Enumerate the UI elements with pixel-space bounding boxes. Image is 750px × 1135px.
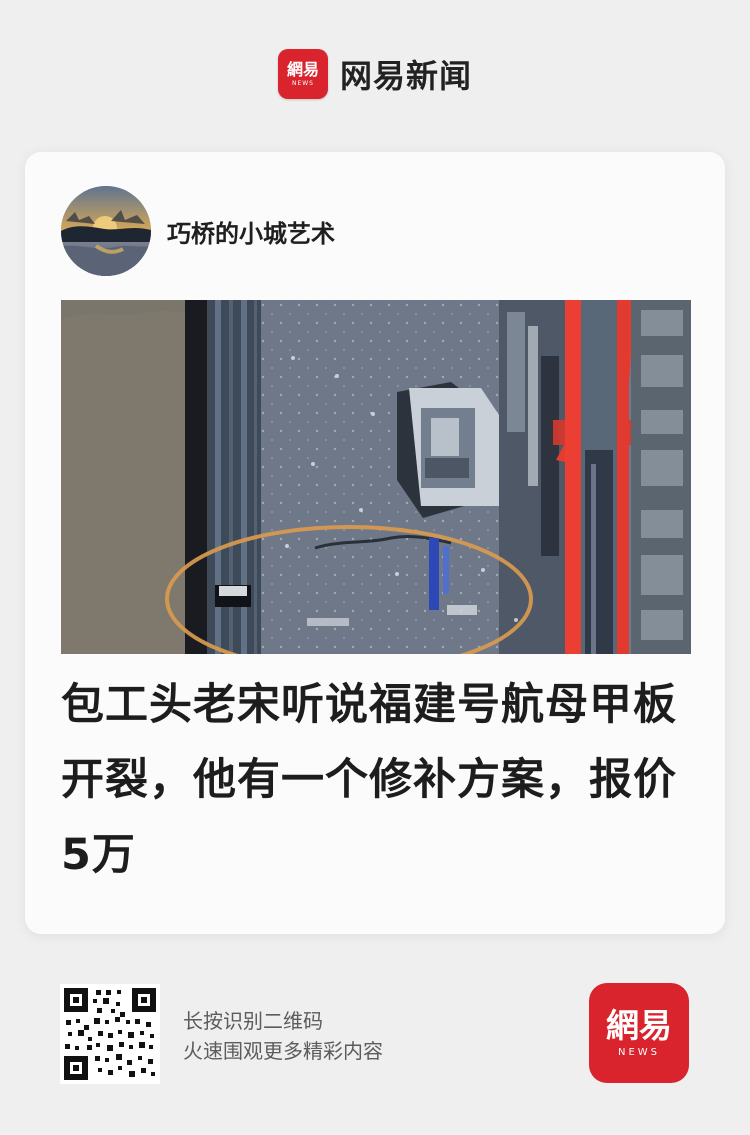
qr-code[interactable] [60,984,160,1084]
qr-code-icon [60,984,160,1084]
brand-name: 网易新闻 [339,57,472,95]
netease-news-large-logo[interactable]: 網易 NEWS [589,983,689,1083]
article-image[interactable] [61,300,691,654]
large-logo-glyphs: 網易 [606,1005,672,1045]
share-footer: 长按识别二维码 火速围观更多精彩内容 網易 NEWS [0,968,750,1108]
logo-glyphs: 網易 [286,59,319,79]
footer-line-2: 火速围观更多精彩内容 [183,1039,383,1063]
footer-text: 长按识别二维码 火速围观更多精彩内容 [183,1006,383,1066]
author-name[interactable]: 巧桥的小城艺术 [167,214,335,249]
author-avatar[interactable] [61,186,151,276]
brand-header: 網易 NEWS 网易新闻 [0,38,750,110]
aircraft-carrier-image [61,300,691,654]
sunset-avatar-icon [61,186,151,276]
large-logo-news-text: NEWS [617,1046,661,1058]
article-headline[interactable]: 包工头老宋听说福建号航母甲板开裂，他有一个修补方案，报价5万 [61,668,691,893]
footer-line-1: 长按识别二维码 [183,1009,323,1033]
logo-news-text: NEWS [291,79,314,87]
article-card[interactable]: 巧桥的小城艺术 包工头老宋听说福建号航母甲板开裂，他有一个修补方案，报价5万 [25,152,725,934]
netease-news-logo: 網易 NEWS [277,49,328,99]
author-row[interactable]: 巧桥的小城艺术 [61,186,335,276]
